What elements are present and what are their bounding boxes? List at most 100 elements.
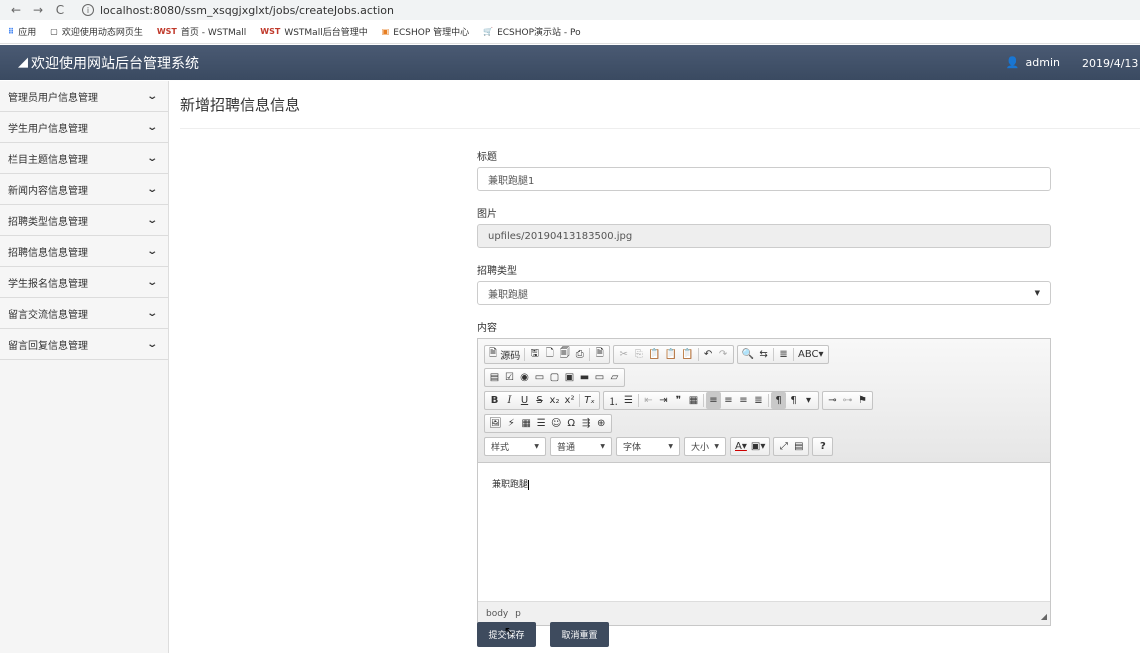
bookmark-item[interactable]: WST 首页 - WSTMall <box>157 25 246 38</box>
info-icon[interactable]: i <box>82 4 94 16</box>
numbered-list-icon[interactable]: ⒈ <box>606 392 621 409</box>
select-field-icon[interactable]: ▣ <box>562 369 577 386</box>
bookmark-item[interactable]: WST WSTMall后台管理中 <box>260 25 367 38</box>
forward-icon[interactable]: → <box>30 3 46 17</box>
superscript-icon[interactable]: x² <box>562 392 577 409</box>
underline-icon[interactable]: U <box>517 392 532 409</box>
resize-handle-icon[interactable]: ◢ <box>1041 612 1047 621</box>
blockquote-icon[interactable]: ❞ <box>671 392 686 409</box>
paste-text-icon[interactable]: 📋 <box>663 346 679 363</box>
editor-content-area[interactable]: 兼职跑腿 <box>478 463 1050 599</box>
format-combo-label: 普通 <box>557 443 576 453</box>
text-cursor <box>528 479 530 490</box>
sidebar-item-registrations[interactable]: 学生报名信息管理 ⌄ <box>0 267 168 298</box>
strike-icon[interactable]: S <box>532 392 547 409</box>
div-container-icon[interactable]: ▦ <box>686 392 701 409</box>
path-p[interactable]: p <box>515 609 521 619</box>
bold-icon[interactable]: B <box>487 392 502 409</box>
form-icon[interactable]: ▤ <box>487 369 502 386</box>
indent-icon[interactable]: ⇥ <box>656 392 671 409</box>
bg-color-icon[interactable]: ▣▾ <box>749 438 767 455</box>
bookmark-apps[interactable]: ⠿ 应用 <box>8 25 36 38</box>
maximize-icon[interactable]: ⤢ <box>776 438 791 455</box>
smiley-icon[interactable]: ☺ <box>549 415 564 432</box>
sidebar-item-admin-users[interactable]: 管理员用户信息管理 ⌄ <box>0 81 168 112</box>
bookmark-label: 首页 - WSTMall <box>180 28 247 38</box>
toolbar-separator <box>768 394 769 407</box>
align-center-icon[interactable]: ≡ <box>721 392 736 409</box>
sidebar-item-messages[interactable]: 留言交流信息管理 ⌄ <box>0 298 168 329</box>
save-icon[interactable]: 🖫 <box>527 346 542 363</box>
job-type-select[interactable]: 兼职跑腿 ▼ <box>477 281 1051 305</box>
iframe-icon[interactable]: ⊕ <box>594 415 609 432</box>
select-all-icon[interactable]: ≣ <box>776 346 791 363</box>
align-left-icon[interactable]: ≡ <box>706 392 721 409</box>
admin-username[interactable]: admin <box>1026 56 1060 69</box>
dropdown-caret-icon: ▼ <box>668 443 673 450</box>
rtl-icon[interactable]: ¶ <box>786 392 801 409</box>
reload-icon[interactable]: C <box>52 3 68 17</box>
paste-word-icon[interactable]: 📋 <box>679 346 695 363</box>
format-combo[interactable]: 普通 ▼ <box>550 437 612 456</box>
hidden-field-icon[interactable]: ▱ <box>607 369 622 386</box>
button-field-icon[interactable]: ▬ <box>577 369 592 386</box>
bulleted-list-icon[interactable]: ☰ <box>621 392 636 409</box>
url-input[interactable]: localhost:8080/ssm_xsqgjxglxt/jobs/creat… <box>100 4 394 17</box>
sidebar-item-jobs[interactable]: 招聘信息信息管理 ⌄ <box>0 236 168 267</box>
textfield-icon[interactable]: ▭ <box>532 369 547 386</box>
source-button[interactable]: 🗎 源码 <box>487 346 522 363</box>
special-char-icon[interactable]: Ω <box>564 415 579 432</box>
undo-icon[interactable]: ↶ <box>701 346 716 363</box>
find-icon[interactable]: 🔍 <box>740 346 756 363</box>
unlink-icon[interactable]: ⊶ <box>840 392 855 409</box>
show-blocks-icon[interactable]: ▤ <box>791 438 806 455</box>
copy-icon[interactable]: ⎘ <box>631 346 646 363</box>
title-input[interactable]: 兼职跑腿1 <box>477 167 1051 191</box>
textarea-icon[interactable]: ▢ <box>547 369 562 386</box>
align-right-icon[interactable]: ≡ <box>736 392 751 409</box>
redo-icon[interactable]: ↷ <box>716 346 731 363</box>
horizontal-rule-icon[interactable]: ☰ <box>534 415 549 432</box>
checkbox-icon[interactable]: ☑ <box>502 369 517 386</box>
radio-icon[interactable]: ◉ <box>517 369 532 386</box>
templates-icon[interactable]: 🗎 <box>592 346 607 363</box>
link-icon[interactable]: ⊸ <box>825 392 840 409</box>
preview-icon[interactable]: 🗐 <box>557 346 572 363</box>
style-combo[interactable]: 样式 ▼ <box>484 437 546 456</box>
size-combo[interactable]: 大小 ▼ <box>684 437 726 456</box>
subscript-icon[interactable]: x₂ <box>547 392 562 409</box>
bookmark-item[interactable]: 🛒 ECSHOP演示站 - Po <box>483 25 581 38</box>
spellcheck-icon[interactable]: ABC▾ <box>796 346 826 363</box>
page-break-icon[interactable]: ⇶ <box>579 415 594 432</box>
text-color-icon[interactable]: A▾ <box>733 438 749 455</box>
paste-icon[interactable]: 📋 <box>646 346 662 363</box>
replace-icon[interactable]: ⇆ <box>756 346 771 363</box>
remove-format-icon[interactable]: Tₓ <box>582 392 597 409</box>
ltr-icon[interactable]: ¶ <box>771 392 786 409</box>
sidebar-item-column-topics[interactable]: 栏目主题信息管理 ⌄ <box>0 143 168 174</box>
outdent-icon[interactable]: ⇤ <box>641 392 656 409</box>
image-icon[interactable]: 🖼 <box>487 415 504 432</box>
help-icon[interactable]: ? <box>815 438 830 455</box>
bookmark-item[interactable]: ▢ 欢迎使用动态网页生 <box>50 25 143 38</box>
sidebar-item-news[interactable]: 新闻内容信息管理 ⌄ <box>0 174 168 205</box>
image-path-input[interactable]: upfiles/20190413183500.jpg <box>477 224 1051 248</box>
sidebar-item-job-types[interactable]: 招聘类型信息管理 ⌄ <box>0 205 168 236</box>
flash-icon[interactable]: ⚡ <box>504 415 519 432</box>
sidebar-item-student-users[interactable]: 学生用户信息管理 ⌄ <box>0 112 168 143</box>
language-icon[interactable]: ▾ <box>801 392 816 409</box>
sidebar-item-replies[interactable]: 留言回复信息管理 ⌄ <box>0 329 168 360</box>
bookmark-item[interactable]: ▣ ECSHOP 管理中心 <box>382 25 469 38</box>
anchor-icon[interactable]: ⚑ <box>855 392 870 409</box>
italic-icon[interactable]: I <box>502 392 517 409</box>
path-body[interactable]: body <box>486 609 508 619</box>
back-icon[interactable]: ← <box>8 3 24 17</box>
table-icon[interactable]: ▦ <box>519 415 534 432</box>
print-icon[interactable]: ⎙ <box>572 346 587 363</box>
new-page-icon[interactable]: 🗋 <box>542 346 557 363</box>
image-button-icon[interactable]: ▭ <box>592 369 607 386</box>
font-combo[interactable]: 字体 ▼ <box>616 437 680 456</box>
cut-icon[interactable]: ✂ <box>616 346 631 363</box>
cancel-reset-button[interactable]: 取消重置 <box>550 622 609 647</box>
align-justify-icon[interactable]: ≣ <box>751 392 766 409</box>
